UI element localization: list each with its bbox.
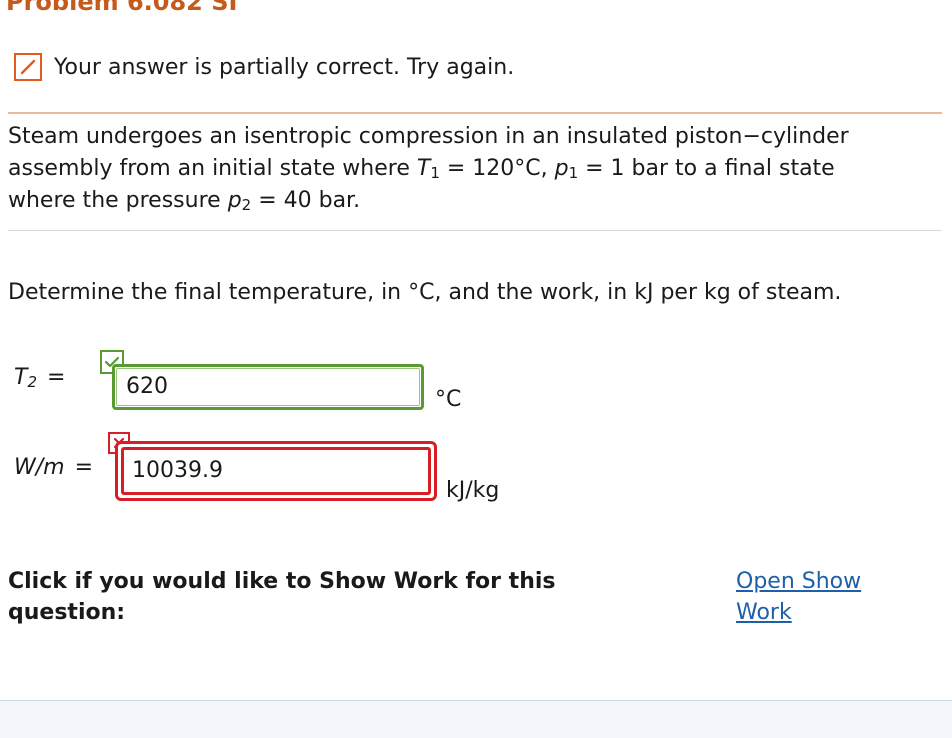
work-unit: kJ/kg [446, 478, 500, 503]
subscript: 1 [568, 164, 579, 182]
t2-symbol: T [14, 365, 28, 390]
t2-label: T2 = [14, 365, 65, 390]
statement-text: = 1 bar to a final state [578, 156, 835, 181]
variable-p: p [227, 188, 242, 213]
work-label: W/m = [14, 455, 93, 480]
show-work-link-line[interactable]: Open Show [736, 566, 896, 597]
show-work-prompt-line: Click if you would like to Show Work for… [8, 569, 556, 594]
show-work-prompt-line: question: [8, 600, 126, 625]
statement-text: = 40 bar. [251, 188, 361, 213]
footer-band [0, 701, 952, 738]
variable-t: T [416, 156, 431, 181]
feedback-divider [8, 112, 942, 114]
equals-sign: = [74, 455, 94, 480]
show-work-prompt: Click if you would like to Show Work for… [8, 566, 648, 628]
feedback-banner: Your answer is partially correct. Try ag… [14, 53, 514, 81]
subscript: 2 [27, 373, 37, 391]
statement-line-3: where the pressure p2 = 40 bar. [8, 185, 938, 217]
work-input-value[interactable]: 10039.9 [132, 458, 223, 483]
problem-title: Problem 6.082 SI [6, 0, 238, 16]
problem-page: Problem 6.082 SI Your answer is partiall… [0, 0, 952, 738]
statement-text: = 120°C, [439, 156, 555, 181]
open-show-work-link[interactable]: Open Show Work [736, 566, 896, 628]
subscript: 2 [241, 196, 252, 214]
question-text: Determine the final temperature, in °C, … [8, 280, 842, 305]
statement-line-2: assembly from an initial state where T1 … [8, 153, 938, 185]
t2-input-value[interactable]: 620 [126, 374, 168, 399]
equals-sign: = [47, 365, 66, 390]
feedback-message: Your answer is partially correct. Try ag… [54, 54, 515, 80]
subscript: 1 [430, 164, 440, 182]
statement-line-1: Steam undergoes an isentropic compressio… [8, 124, 849, 149]
statement-text: assembly from an initial state where [8, 156, 417, 181]
problem-statement: Steam undergoes an isentropic compressio… [8, 121, 938, 217]
partial-correct-icon [14, 53, 42, 81]
statement-text: where the pressure [8, 188, 228, 213]
variable-p: p [554, 156, 569, 181]
statement-divider [8, 230, 942, 231]
work-symbol: W/m [14, 455, 65, 480]
show-work-link-line[interactable]: Work [736, 597, 896, 628]
t2-unit: °C [435, 387, 462, 412]
